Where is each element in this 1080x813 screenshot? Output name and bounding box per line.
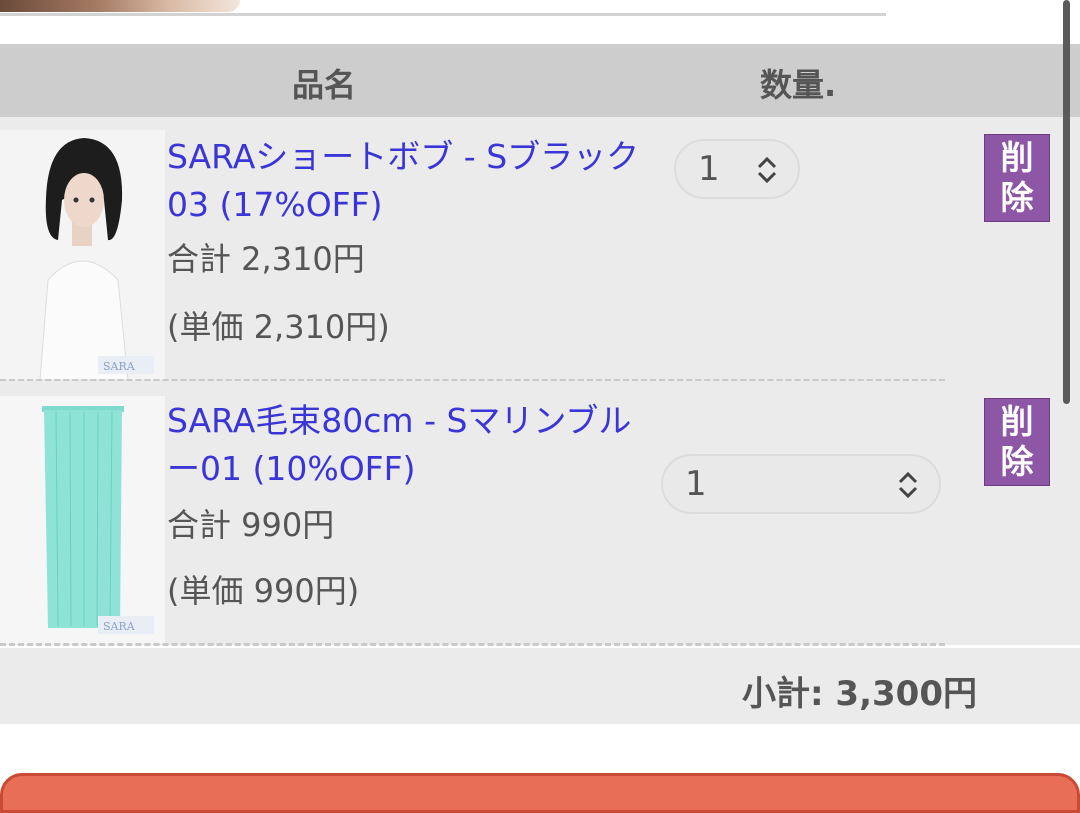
delete-button-label: 削除 <box>1000 138 1034 217</box>
quantity-select[interactable]: 1 <box>661 454 941 514</box>
column-header-name: 品名 <box>292 66 357 104</box>
cart-table-header: 品名 数量. <box>0 44 1080 117</box>
scrollbar-thumb[interactable] <box>1063 0 1070 404</box>
hair-extension-image: SARA <box>0 396 165 644</box>
line-total: 合計 2,310円 <box>167 240 365 278</box>
subtotal-amount: 小計: 3,300円 <box>742 674 977 714</box>
product-name-link[interactable]: SARA毛束80cm - Sマリンブルー01 (10%OFF) <box>167 397 662 493</box>
subtotal-bar: 小計: 3,300円 <box>0 648 1080 724</box>
quantity-select[interactable]: 1 <box>674 139 800 199</box>
banner-image-edge <box>0 0 240 12</box>
short-bob-wig-image: SARA <box>0 130 165 380</box>
row-divider <box>0 643 945 646</box>
quantity-value: 1 <box>685 464 707 504</box>
product-thumbnail[interactable]: SARA <box>0 396 165 644</box>
delete-button[interactable]: 削除 <box>984 134 1050 222</box>
chevron-up-down-icon <box>757 156 777 184</box>
checkout-button[interactable] <box>0 773 1080 813</box>
line-total: 合計 990円 <box>167 506 335 544</box>
quantity-value: 1 <box>698 149 720 189</box>
svg-text:SARA: SARA <box>103 360 136 373</box>
unit-price: (単価 990円) <box>167 572 360 610</box>
divider <box>0 13 886 16</box>
top-banner-area <box>0 0 1080 44</box>
delete-button-label: 削除 <box>1000 402 1034 481</box>
product-name-link[interactable]: SARAショートボブ - Sブラック03 (17%OFF) <box>167 133 662 229</box>
column-header-quantity: 数量. <box>760 66 837 104</box>
unit-price: (単価 2,310円) <box>167 308 390 346</box>
product-thumbnail[interactable]: SARA <box>0 130 165 380</box>
svg-text:SARA: SARA <box>103 620 136 633</box>
chevron-up-down-icon <box>898 471 918 499</box>
delete-button[interactable]: 削除 <box>984 398 1050 486</box>
